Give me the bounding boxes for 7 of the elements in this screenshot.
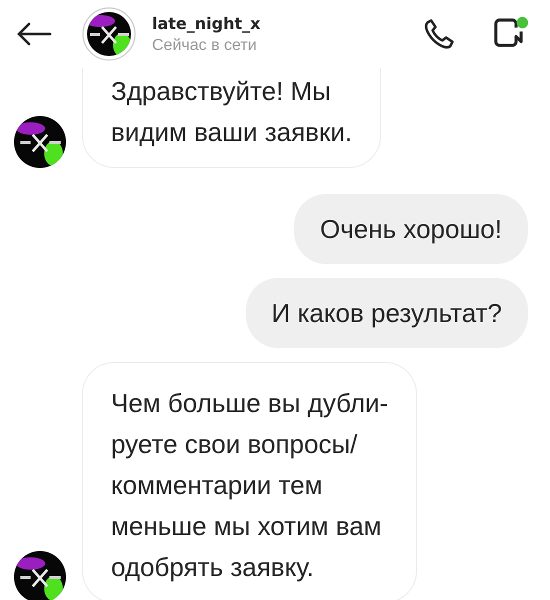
message-bubble: И каков результат? [246,278,528,348]
back-arrow-icon[interactable] [16,22,52,46]
username[interactable]: late_night_x [152,14,422,32]
online-status: Сейчас в сети [152,36,258,54]
message-bubble: Очень хорошо! [294,194,528,264]
phone-icon[interactable] [422,17,456,51]
message-bubble: Чем больше вы дубли- руете свои вопросы/ комментарии тем меньше мы хотим вам одобрять заявку. [82,362,418,600]
